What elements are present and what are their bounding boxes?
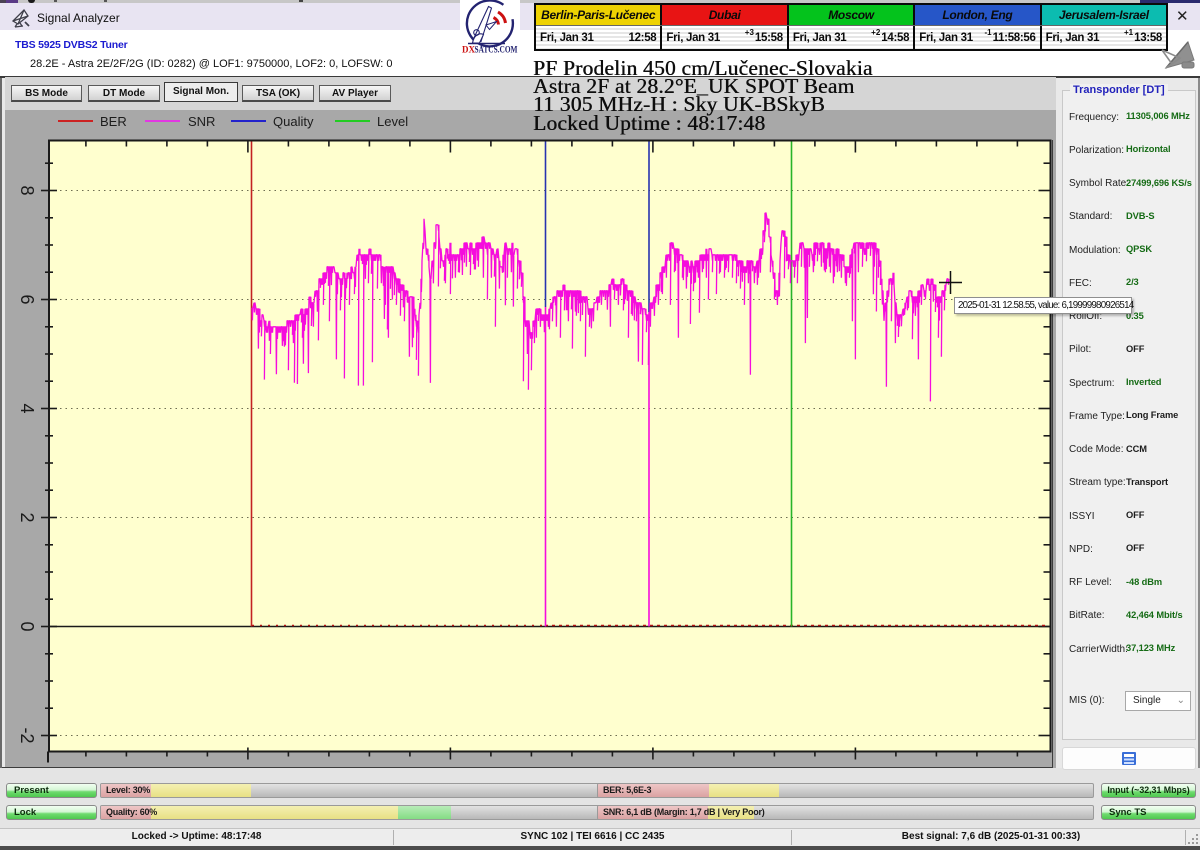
svg-text:0: 0 (17, 621, 37, 631)
svg-text:DX: DX (462, 45, 475, 55)
svg-text:6: 6 (17, 294, 37, 304)
svg-text:8: 8 (17, 185, 37, 195)
svg-text:4: 4 (17, 403, 37, 413)
svg-text:SATCS.COM: SATCS.COM (475, 45, 518, 55)
svg-text:-2: -2 (17, 727, 37, 743)
svg-text:2: 2 (17, 512, 37, 522)
